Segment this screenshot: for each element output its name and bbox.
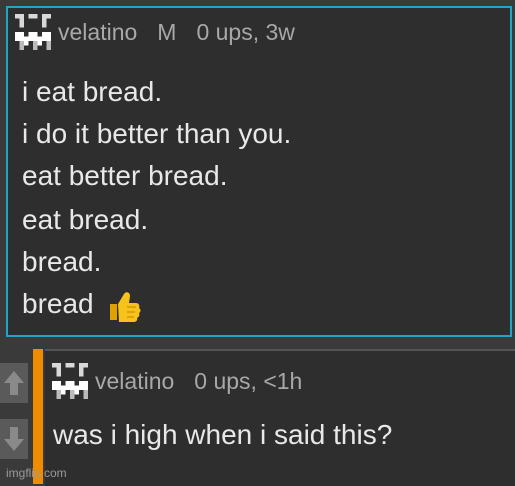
comment-last-line: bread	[22, 288, 141, 322]
comment: velatino M 0 ups, 3w i eat bread. i do i…	[6, 6, 512, 337]
reply-text: was i high when i said this?	[53, 419, 393, 450]
reply-header: velatino 0 ups, <1h	[51, 363, 302, 399]
reply-body: velatino 0 ups, <1h was i high when i sa…	[45, 349, 515, 486]
comment-line: i eat bread.	[22, 76, 163, 107]
username[interactable]: velatino	[58, 19, 137, 46]
comment-line: eat bread.	[22, 204, 149, 235]
comment-header: velatino M 0 ups, 3w	[14, 14, 295, 50]
up-arrow-icon	[4, 371, 24, 395]
comment-line: eat better bread.	[22, 160, 228, 191]
thumbs-up-icon	[110, 291, 141, 322]
comment-line: bread.	[22, 246, 102, 277]
username[interactable]: velatino	[95, 368, 174, 395]
reply-comment: velatino 0 ups, <1h was i high when i sa…	[0, 349, 515, 486]
comment-line: i do it better than you.	[22, 118, 292, 149]
reply-indicator-bar	[33, 349, 43, 484]
watermark: imgflip.com	[6, 466, 67, 480]
avatar-icon[interactable]	[51, 363, 89, 399]
reply-meta: 0 ups, <1h	[194, 367, 303, 394]
gender-label: M	[157, 18, 177, 45]
comment-meta: 0 ups, 3w	[196, 18, 295, 45]
downvote-button[interactable]	[0, 419, 28, 459]
avatar-icon[interactable]	[14, 14, 52, 50]
down-arrow-icon	[4, 427, 24, 451]
upvote-button[interactable]	[0, 363, 28, 403]
comment-line-text: bread	[22, 288, 94, 319]
